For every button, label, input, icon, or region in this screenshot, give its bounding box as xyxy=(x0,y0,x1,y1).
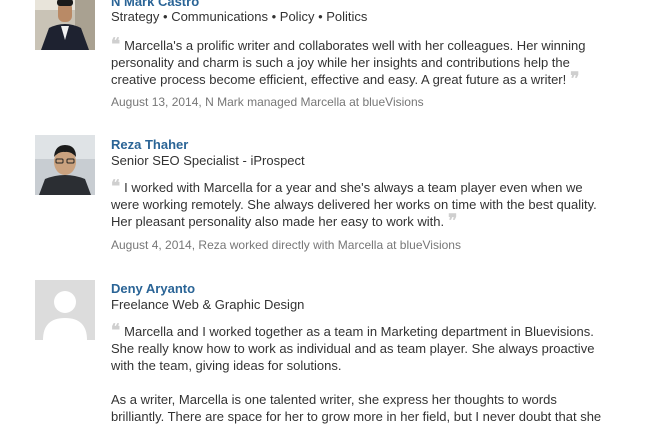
quote-close-icon: ❞ xyxy=(570,69,580,88)
recommendation-text: ❝ Marcella's a prolific writer and collab… xyxy=(111,35,609,88)
avatar[interactable] xyxy=(35,280,95,340)
quote-close-icon: ❞ xyxy=(448,211,458,230)
recommendation-text: ❝ I worked with Marcella for a year and s… xyxy=(111,177,609,230)
recommender-name[interactable]: Deny Aryanto xyxy=(111,281,195,296)
recommender-headline: Strategy • Communications • Policy • Pol… xyxy=(111,9,368,24)
recommendation-paragraph: As a writer, Marcella is one talented wr… xyxy=(111,392,602,424)
recommendation-text: ❝ Marcella and I worked together as a tea… xyxy=(111,321,609,425)
recommendation-paragraph: Marcella's a prolific writer and collabo… xyxy=(111,38,586,87)
recommender-name[interactable]: Reza Thaher xyxy=(111,137,188,152)
recommendation-paragraph: I worked with Marcella for a year and sh… xyxy=(111,180,597,229)
quote-open-icon: ❝ xyxy=(111,35,121,54)
recommender-headline: Senior SEO Specialist - iProspect xyxy=(111,153,305,168)
recommendation-paragraph: Marcella and I worked together as a team… xyxy=(111,324,595,373)
recommendation-meta: August 4, 2014, Reza worked directly wit… xyxy=(111,238,461,252)
quote-open-icon: ❝ xyxy=(111,177,121,196)
recommendation-meta: August 13, 2014, N Mark managed Marcella… xyxy=(111,95,424,109)
recommender-headline: Freelance Web & Graphic Design xyxy=(111,297,305,312)
quote-open-icon: ❝ xyxy=(111,321,121,340)
avatar[interactable] xyxy=(35,0,95,50)
recommender-name[interactable]: N Mark Castro xyxy=(111,0,199,9)
avatar[interactable] xyxy=(35,135,95,195)
